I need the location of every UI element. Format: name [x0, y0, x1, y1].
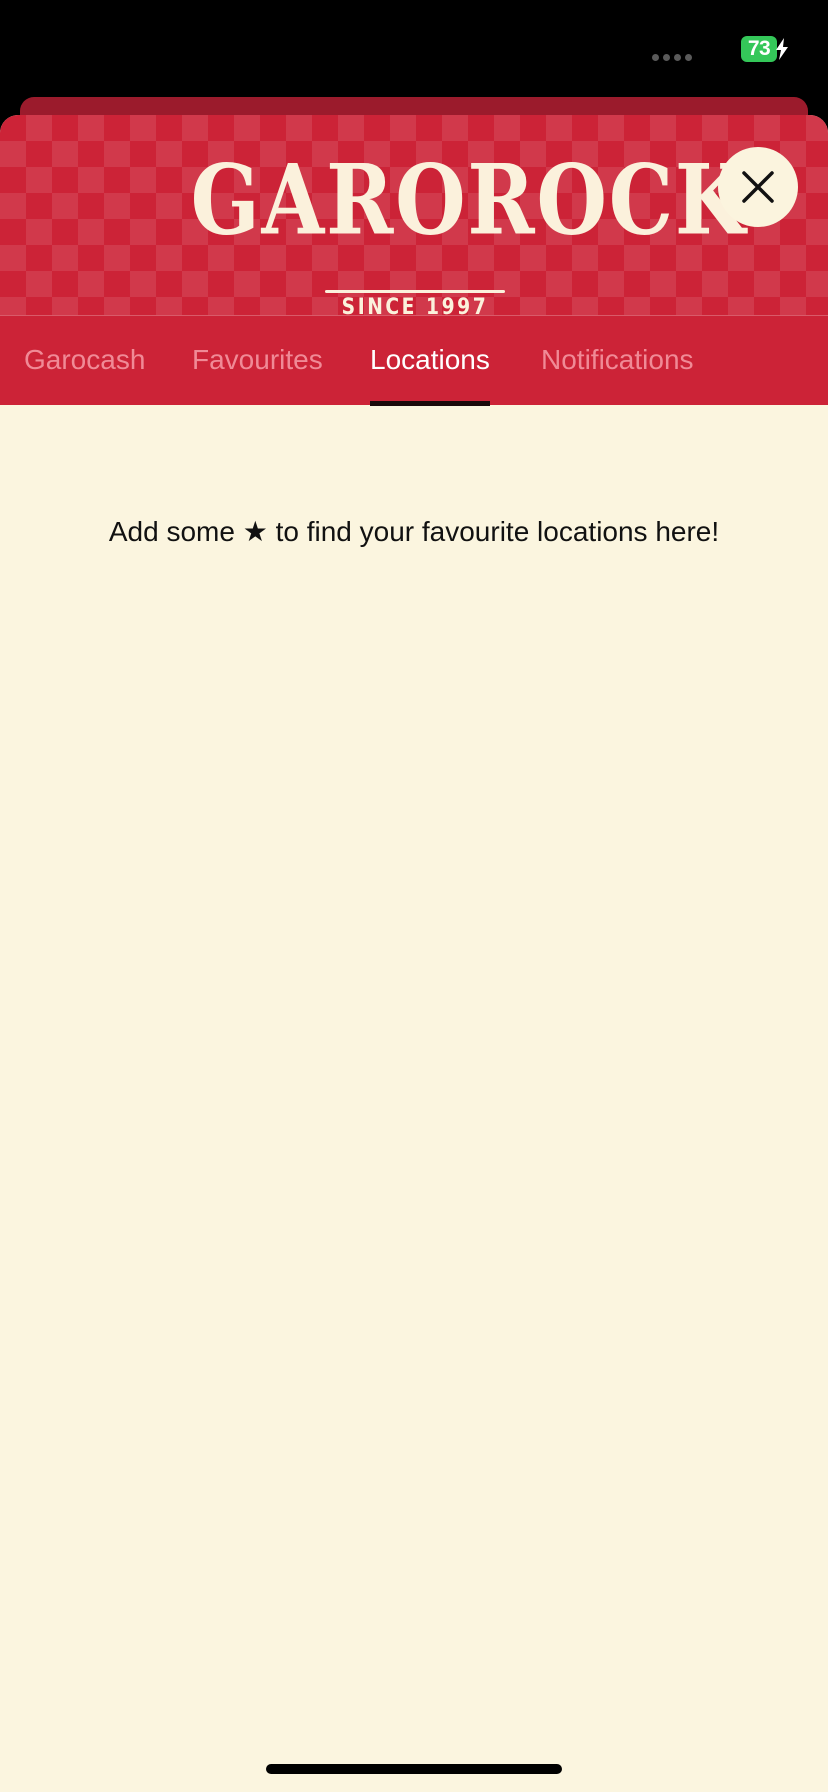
- garorock-logo: GAROROCK SINCE 1997: [160, 143, 748, 320]
- charging-bolt-icon: [776, 38, 788, 60]
- tab-locations[interactable]: Locations: [370, 316, 490, 406]
- modal-sheet: GAROROCK SINCE 1997 Garocash Favourites …: [0, 115, 828, 1792]
- header-banner: GAROROCK SINCE 1997: [0, 115, 828, 320]
- battery-indicator: 73: [741, 36, 777, 62]
- home-indicator[interactable]: [266, 1764, 562, 1774]
- status-bar: 73: [0, 0, 828, 96]
- app-screen: 73 GAROROCK SINCE 1997 Garocash Favourit…: [0, 0, 828, 1792]
- tab-locations-label: Locations: [370, 344, 490, 375]
- tab-bar: Garocash Favourites Locations Notificati…: [0, 315, 828, 406]
- tab-favourites[interactable]: Favourites: [192, 316, 323, 406]
- close-icon: [742, 171, 774, 203]
- signal-dots-icon: [652, 54, 692, 61]
- logo-wordmark: GAROROCK: [190, 143, 748, 257]
- empty-state-message: Add some ★ to find your favourite locati…: [108, 516, 720, 547]
- close-button[interactable]: [718, 147, 798, 227]
- tab-notifications[interactable]: Notifications: [541, 316, 694, 406]
- tab-garocash[interactable]: Garocash: [24, 316, 145, 406]
- logo-divider: [325, 290, 505, 293]
- locations-content: Add some ★ to find your favourite locati…: [0, 405, 828, 1792]
